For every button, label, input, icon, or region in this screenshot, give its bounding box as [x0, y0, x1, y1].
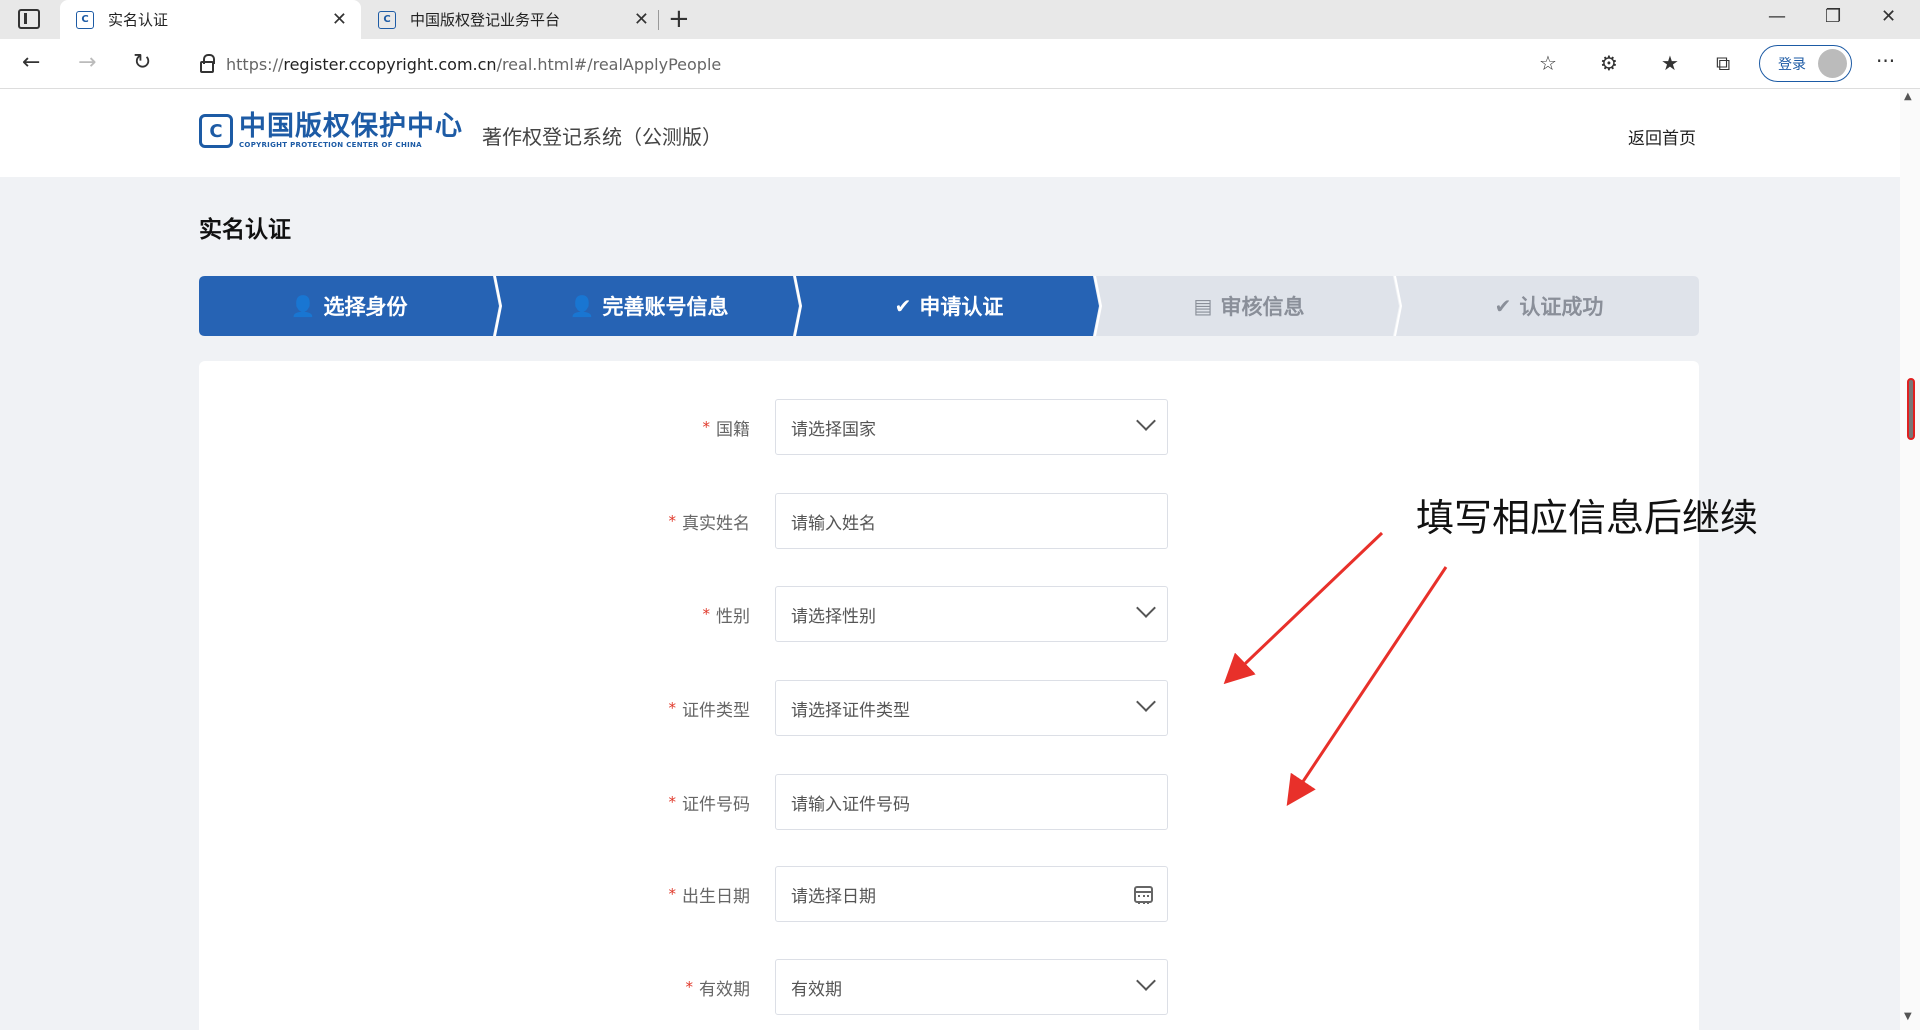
- scrollbar-thumb[interactable]: [1907, 378, 1915, 440]
- scroll-down-icon[interactable]: ▼: [1904, 1011, 1912, 1022]
- red-arrow-2: [1286, 566, 1448, 806]
- red-arrow-1: [1223, 531, 1384, 685]
- scroll-up-icon[interactable]: ▲: [1904, 91, 1912, 102]
- page-scrollbar[interactable]: ▲ ▼: [1900, 89, 1920, 1030]
- annotation-arrows: [1223, 531, 1448, 806]
